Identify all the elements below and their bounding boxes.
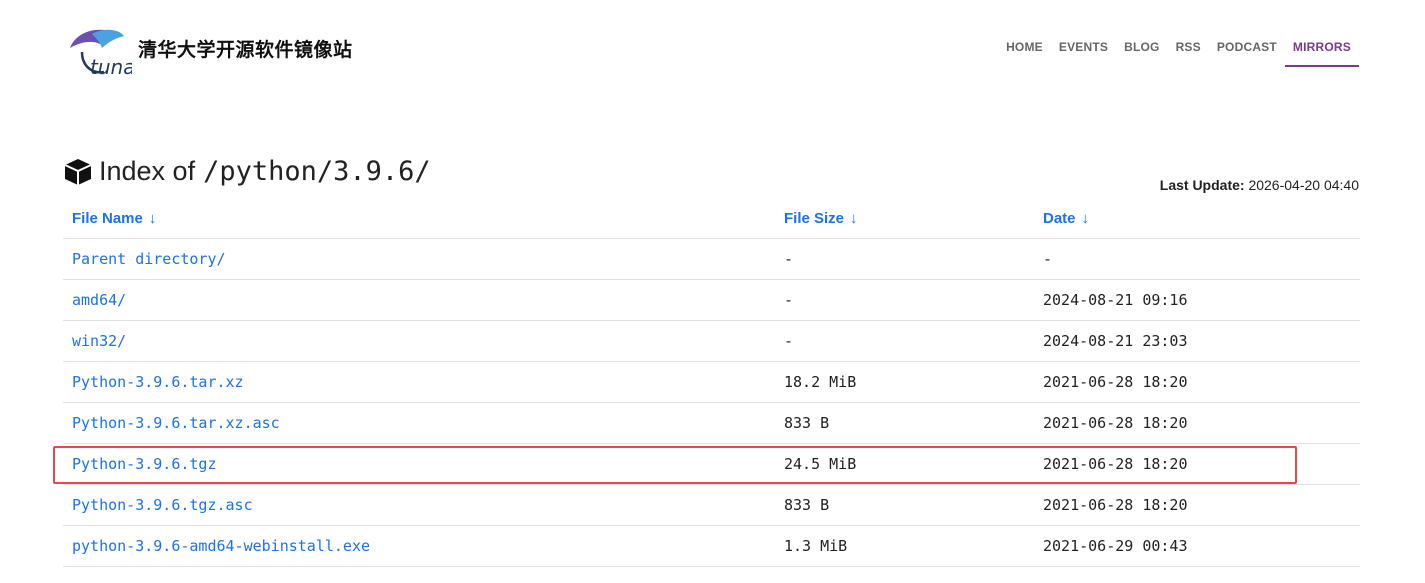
- file-date: -: [1034, 238, 1360, 280]
- file-date: 2021-06-28 18:20: [1034, 443, 1360, 485]
- sort-arrow-icon[interactable]: ↓: [1082, 210, 1090, 227]
- nav-home[interactable]: HOME: [998, 39, 1051, 65]
- file-date: 2021-06-29 00:43: [1034, 525, 1360, 567]
- column-label: File Size: [784, 209, 845, 227]
- file-link[interactable]: Python-3.9.6.tgz: [72, 455, 217, 473]
- file-link[interactable]: amd64/: [72, 291, 126, 309]
- table-row: Python-3.9.6.tgz 24.5 MiB 2021-06-28 18:…: [63, 443, 1360, 485]
- file-link[interactable]: Python-3.9.6.tar.xz: [72, 373, 244, 391]
- table-row: amd64/ - 2024-08-21 09:16: [63, 279, 1360, 321]
- nav-mirrors[interactable]: MIRRORS: [1284, 39, 1359, 67]
- column-label: Date: [1043, 209, 1076, 227]
- main-nav: HOME EVENTS BLOG RSS PODCAST MIRRORS: [998, 39, 1359, 67]
- logo-text: tuna: [90, 55, 132, 78]
- file-size: -: [775, 320, 1034, 362]
- file-date: 2021-06-28 18:20: [1034, 484, 1360, 526]
- file-link[interactable]: Parent directory/: [72, 250, 226, 268]
- file-size: 833 B: [775, 402, 1034, 444]
- file-date: 2024-08-21 23:03: [1034, 320, 1360, 362]
- file-size: 833 B: [775, 484, 1034, 526]
- sort-arrow-icon[interactable]: ↓: [850, 210, 858, 227]
- site-header: tuna 清华大学开源软件镜像站 HOME EVENTS BLOG RSS PO…: [0, 0, 1425, 110]
- file-link[interactable]: python-3.9.6-amd64-webinstall.exe: [72, 537, 370, 555]
- site-title[interactable]: 清华大学开源软件镜像站: [138, 35, 353, 62]
- nav-rss[interactable]: RSS: [1168, 39, 1209, 65]
- file-size: 18.2 MiB: [775, 361, 1034, 403]
- table-header-row: File Name ↓ File Size ↓ Date ↓: [63, 197, 1360, 239]
- package-box-icon: [64, 158, 92, 185]
- file-link[interactable]: Python-3.9.6.tar.xz.asc: [72, 414, 280, 432]
- column-label: File Name: [72, 209, 143, 227]
- column-file-size[interactable]: File Size ↓: [775, 197, 1034, 239]
- table-row: Python-3.9.6.tar.xz 18.2 MiB 2021-06-28 …: [63, 361, 1360, 403]
- file-date: 2024-08-21 09:16: [1034, 279, 1360, 321]
- file-size: 24.5 MiB: [775, 443, 1034, 485]
- table-row: Python-3.9.6.tar.xz.asc 833 B 2021-06-28…: [63, 402, 1360, 444]
- file-size: -: [775, 238, 1034, 280]
- sort-arrow-icon[interactable]: ↓: [149, 210, 157, 227]
- tuna-logo-icon[interactable]: tuna: [62, 22, 132, 78]
- file-link[interactable]: Python-3.9.6.tgz.asc: [72, 496, 253, 514]
- last-update-value: 2026-04-20 04:40: [1248, 177, 1359, 193]
- table-row: win32/ - 2024-08-21 23:03: [63, 320, 1360, 362]
- nav-blog[interactable]: BLOG: [1116, 39, 1167, 65]
- file-size: 1.3 MiB: [775, 525, 1034, 567]
- nav-podcast[interactable]: PODCAST: [1209, 39, 1285, 65]
- last-update: Last Update: 2026-04-20 04:40: [1160, 177, 1359, 193]
- title-path: /python/3.9.6/: [203, 156, 431, 187]
- file-link[interactable]: win32/: [72, 332, 126, 350]
- table-row: Parent directory/ - -: [63, 238, 1360, 280]
- title-prefix: Index of: [99, 156, 196, 186]
- table-row: python-3.9.6-amd64-webinstall.exe 1.3 Mi…: [63, 525, 1360, 567]
- column-date[interactable]: Date ↓: [1034, 197, 1360, 239]
- table-row: Python-3.9.6.tgz.asc 833 B 2021-06-28 18…: [63, 484, 1360, 526]
- file-table: File Name ↓ File Size ↓ Date ↓ Parent direc…: [63, 197, 1360, 567]
- column-file-name[interactable]: File Name ↓: [63, 197, 775, 239]
- file-date: 2021-06-28 18:20: [1034, 361, 1360, 403]
- last-update-label: Last Update:: [1159, 177, 1245, 193]
- file-date: 2021-06-28 18:20: [1034, 402, 1360, 444]
- nav-events[interactable]: EVENTS: [1051, 39, 1116, 65]
- page-title: Index of /python/3.9.6/: [63, 156, 431, 187]
- file-size: -: [775, 279, 1034, 321]
